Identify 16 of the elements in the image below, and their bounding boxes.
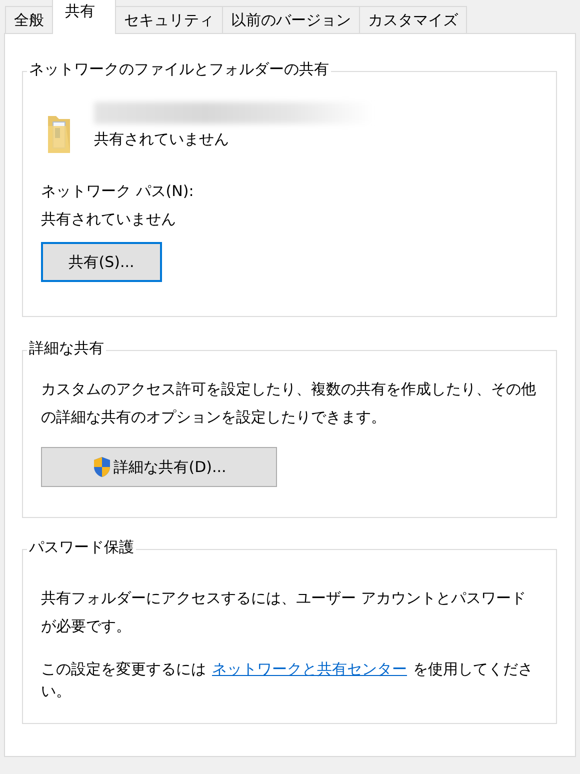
advanced-description: カスタムのアクセス許可を設定したり、複数の共有を作成したり、その他の詳細な共有のオプションを設定したりできます。 xyxy=(41,379,537,428)
network-center-link[interactable]: ネットワークと共有センター xyxy=(212,660,407,678)
shield-icon xyxy=(92,456,112,478)
settings-instruction: この設定を変更するには ネットワークと共有センター を使用してください。 xyxy=(41,659,534,702)
tab[interactable]: 共有 xyxy=(52,0,116,34)
network-path-label: ネットワーク パス(N): xyxy=(41,181,195,202)
share-status: 共有されていません xyxy=(94,129,230,150)
network-path-value: 共有されていません xyxy=(41,209,177,230)
advanced-share-button[interactable]: 詳細な共有(D)... xyxy=(41,447,277,487)
tab[interactable]: 全般 xyxy=(5,6,53,34)
group-title: ネットワークのファイルとフォルダーの共有 xyxy=(27,60,331,79)
password-description: 共有フォルダーにアクセスするには、ユーザー アカウントとパスワードが必要です。 xyxy=(41,588,527,637)
group-title: 詳細な共有 xyxy=(27,339,106,358)
share-button[interactable]: 共有(S)... xyxy=(41,242,162,282)
tab[interactable]: カスタマイズ xyxy=(359,6,467,34)
group-title: パスワード保護 xyxy=(27,538,136,557)
